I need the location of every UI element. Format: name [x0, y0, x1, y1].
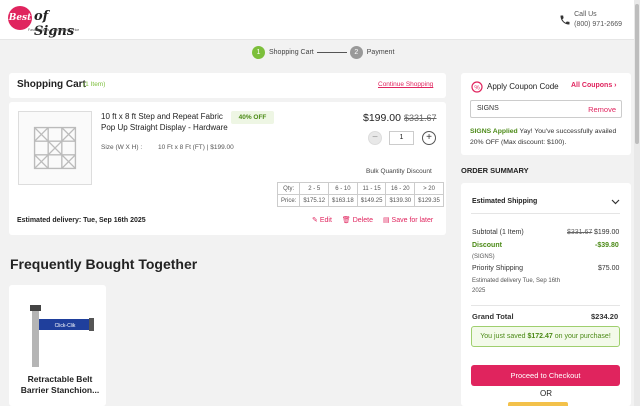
fbt-title: Frequently Bought Together [10, 256, 198, 272]
subtotal-old-value: $331.67 [567, 229, 593, 236]
quantity-increase-button[interactable]: + [422, 131, 436, 145]
paypal-button[interactable] [508, 402, 568, 406]
save-for-later-button[interactable]: ▤ Save for later [383, 216, 433, 224]
discount-code: (SIGNS) [472, 254, 495, 260]
site-header: Best of Signs Fastest Signs · Unbeatable… [0, 0, 640, 40]
bulk-discount-table: Qty: 2 - 5 6 - 10 11 - 15 16 - 20 > 20 P… [276, 182, 444, 207]
coupon-applied-label: SIGNS Applied [470, 128, 518, 135]
all-coupons-link[interactable]: All Coupons › [571, 82, 617, 89]
fbt-product-name[interactable]: Retractable Belt Barrier Stanchion... [15, 374, 105, 396]
subtotal-value: $199.00 [594, 229, 620, 236]
product-name[interactable]: 10 ft x 8 ft Step and Repeat Fabric Pop … [101, 111, 231, 133]
display-frame-icon [19, 112, 91, 184]
step-connector [316, 52, 347, 53]
bulk-price-row: Price: $175.12 $163.18 $149.25 $139.30 $… [276, 194, 444, 207]
coupon-message: SIGNS Applied Yay! You've successfully a… [470, 126, 630, 148]
continue-shopping-link[interactable]: Continue Shopping [378, 81, 433, 88]
coupon-input[interactable]: SIGNS Remove [470, 100, 622, 118]
remove-coupon-button[interactable]: Remove [588, 105, 616, 114]
coupon-title: Apply Coupon Code [487, 82, 559, 91]
savings-banner: You just saved $172.47 on your purchase! [471, 326, 620, 347]
or-label: OR [540, 389, 552, 398]
call-label: Call Us [574, 11, 597, 18]
quantity-decrease-button[interactable]: − [368, 131, 382, 145]
delete-button[interactable]: 🗑 Delete [342, 216, 373, 224]
call-number[interactable]: (800) 971-2669 [574, 20, 622, 30]
coupon-icon: % [471, 81, 483, 93]
edit-button[interactable]: ✎ Edit [312, 216, 332, 224]
trash-icon: 🗑 [341, 217, 351, 224]
bulk-qty-cell: > 20 [414, 182, 444, 195]
item-actions: ✎ Edit 🗑 Delete ▤ Save for later [312, 216, 443, 224]
product-size-label: Size (W X H) : [101, 144, 143, 151]
priority-delivery: Estimated delivery Tue, Sep 16th 2025 [472, 278, 561, 294]
bulk-discount-label: Bulk Quantity Discount [366, 168, 432, 175]
all-coupons-label: All Coupons [571, 82, 613, 89]
priority-shipping-value: $75.00 [598, 265, 620, 272]
item-price: $199.00 [363, 112, 401, 124]
step-2-label: Payment [366, 49, 395, 56]
proceed-to-checkout-button[interactable]: Proceed to Checkout [471, 365, 620, 386]
stanchion-icon: Click-Clik [30, 305, 94, 367]
save-icon: ▤ [382, 217, 390, 224]
cart-title: Shopping Cart [17, 79, 86, 90]
savings-prefix: You just saved [480, 333, 528, 340]
step-1-number: 1 [252, 46, 265, 59]
product-size-value: 10 Ft x 8 Ft (FT) | $199.00 [158, 144, 234, 151]
bulk-qty-cell: 2 - 5 [299, 182, 330, 195]
logo-tagline: Fastest Signs · Unbeatable Price [28, 28, 80, 32]
phone-icon [560, 15, 570, 25]
product-image[interactable] [18, 111, 92, 185]
item-old-price: $331.67 [404, 113, 437, 123]
bulk-price-cell: $129.35 [414, 194, 444, 207]
delete-label: Delete [352, 217, 373, 224]
step-1-label: Shopping Cart [269, 49, 314, 56]
subtotal-label: Subtotal (1 Item) [472, 229, 524, 236]
bulk-qty-cell: 16 - 20 [385, 182, 416, 195]
estimated-delivery: Estimated delivery: Tue, Sep 16th 2025 [17, 217, 146, 224]
shipping-divider [471, 213, 620, 214]
coupon-code-value: SIGNS [477, 105, 499, 112]
chevron-right-icon: › [614, 82, 617, 89]
bulk-price-cell: $175.12 [299, 194, 330, 207]
quantity-input[interactable]: 1 [389, 131, 414, 145]
grand-total-label: Grand Total [472, 312, 514, 321]
bulk-price-cell: $149.25 [356, 194, 387, 207]
savings-amount: $172.47 [527, 333, 553, 340]
scrollbar-thumb[interactable] [635, 4, 639, 144]
call-us[interactable]: Call Us (800) 971-2669 [559, 10, 622, 30]
bulk-qty-row: Qty: 2 - 5 6 - 10 11 - 15 16 - 20 > 20 [276, 182, 444, 195]
chevron-down-icon[interactable] [611, 198, 620, 206]
order-summary-title: ORDER SUMMARY [461, 166, 529, 175]
cart-count: (1 Item) [83, 81, 106, 88]
bulk-price-header: Price: [276, 194, 301, 207]
save-label: Save for later [391, 217, 434, 224]
fbt-product-image[interactable]: Click-Clik [18, 295, 98, 367]
page-scrollbar[interactable] [634, 0, 640, 406]
logo-mark: Best [8, 6, 32, 30]
discount-badge: 40% OFF [231, 111, 274, 124]
edit-label: Edit [319, 217, 332, 224]
step-2-number: 2 [349, 46, 363, 59]
estimated-shipping-toggle[interactable]: Estimated Shipping [472, 198, 537, 205]
edit-icon: ✎ [312, 217, 318, 224]
bulk-price-cell: $139.30 [385, 194, 416, 207]
bulk-price-cell: $163.18 [328, 194, 358, 207]
discount-value: -$39.80 [595, 242, 619, 249]
discount-label: Discount [472, 242, 502, 249]
logo-text: of Signs [34, 9, 75, 39]
grand-total-divider [471, 305, 620, 306]
belt-text: Click-Clik [55, 323, 76, 329]
site-logo[interactable]: Best of Signs Fastest Signs · Unbeatable… [8, 6, 88, 39]
bulk-qty-cell: 6 - 10 [328, 182, 358, 195]
bulk-qty-header: Qty: [276, 182, 301, 195]
grand-total-value: $234.20 [591, 312, 619, 321]
bulk-qty-cell: 11 - 15 [356, 182, 387, 195]
priority-shipping-label: Priority Shipping [472, 265, 523, 272]
svg-text:%: % [474, 85, 480, 91]
checkout-steps: 1 Shopping Cart 2 Payment [252, 46, 394, 59]
savings-suffix: on your purchase! [552, 333, 611, 340]
